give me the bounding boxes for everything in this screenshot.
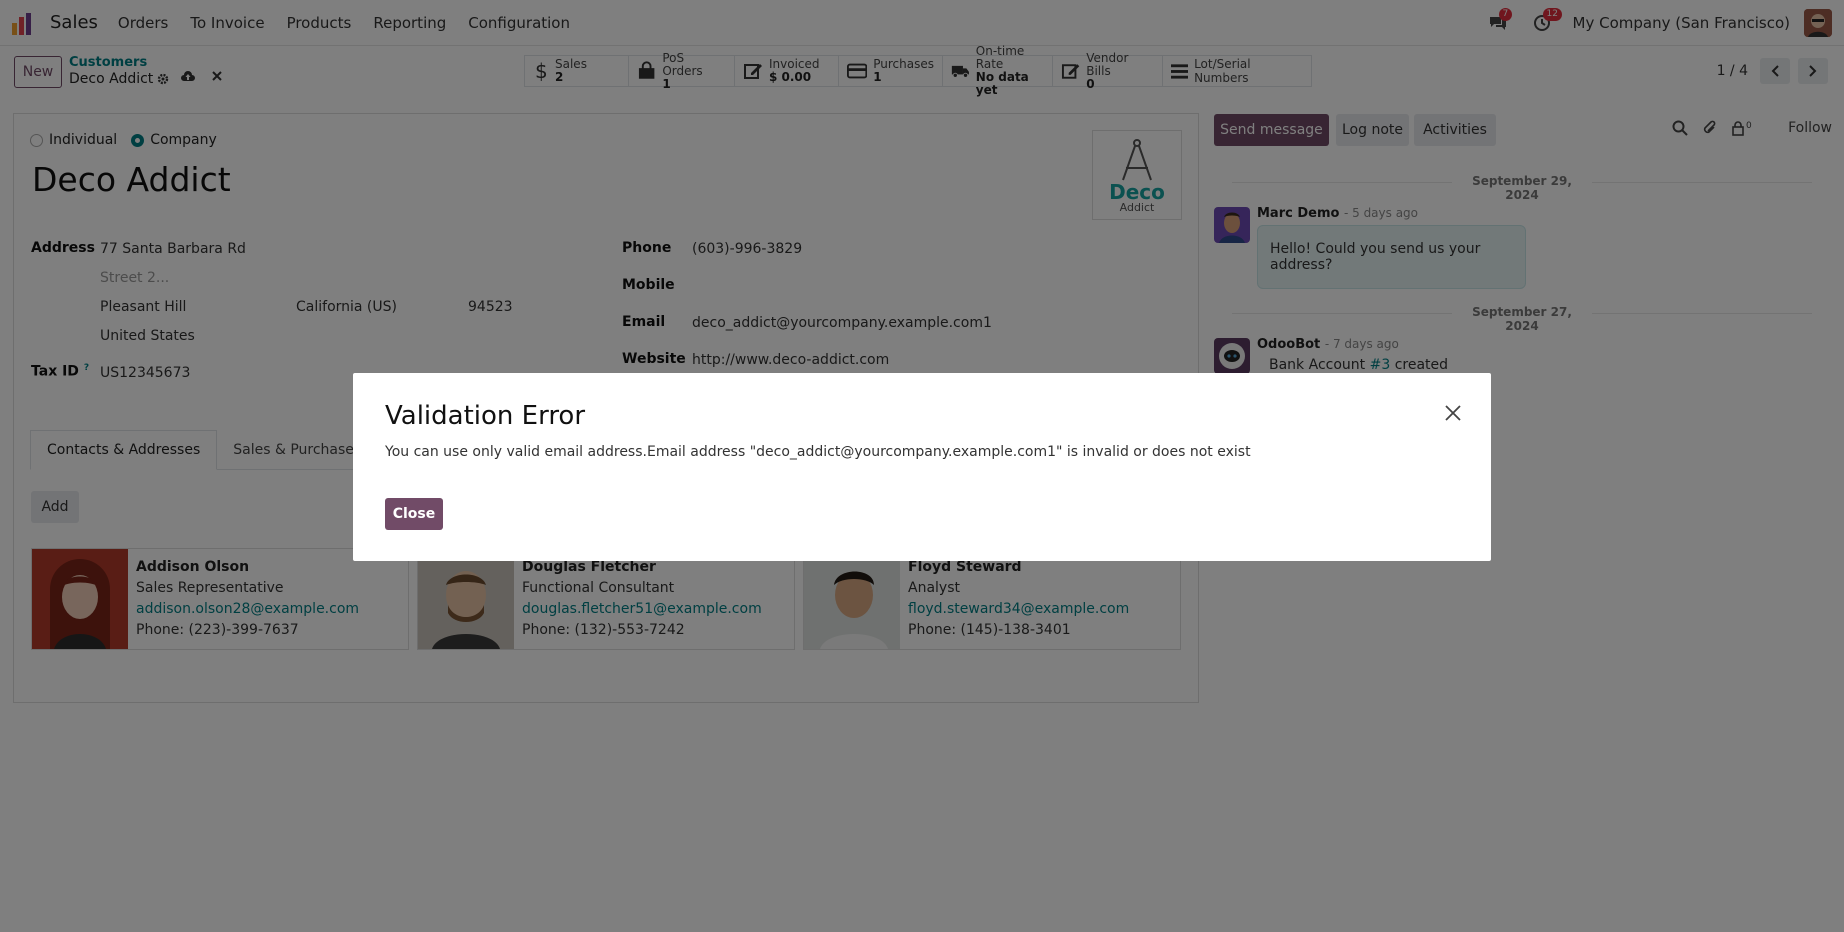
validation-error-dialog: Validation Error You can use only valid …	[353, 373, 1491, 561]
close-button[interactable]: Close	[385, 498, 443, 530]
close-icon[interactable]	[1443, 403, 1463, 423]
dialog-title: Validation Error	[385, 401, 586, 431]
dialog-message: You can use only valid email address.Ema…	[385, 444, 1251, 460]
